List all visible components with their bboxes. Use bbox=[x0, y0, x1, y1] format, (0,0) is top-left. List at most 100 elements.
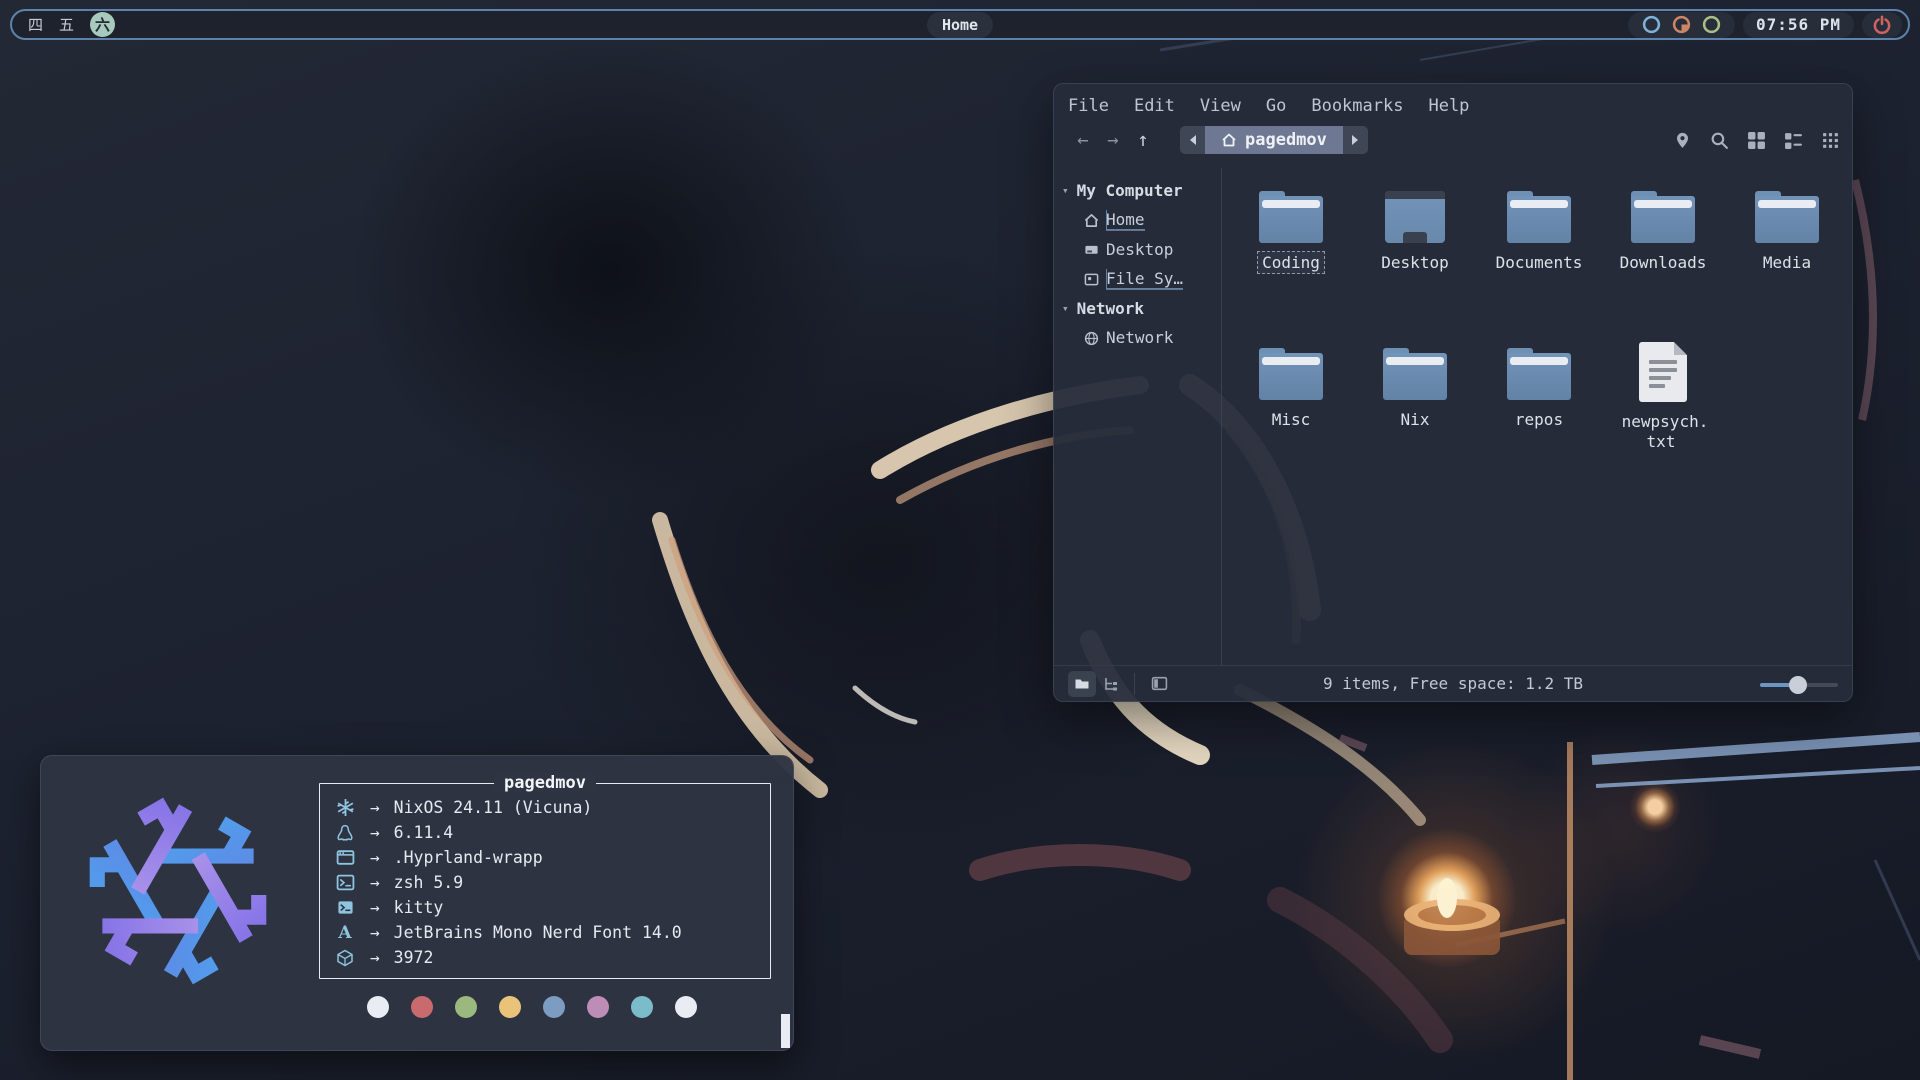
file-nix[interactable]: Nix bbox=[1357, 348, 1473, 430]
file-misc[interactable]: Misc bbox=[1233, 348, 1349, 430]
places-pane-icon bbox=[1074, 676, 1090, 692]
file-newpsych-txt[interactable]: newpsych.txt bbox=[1605, 348, 1721, 452]
file-media[interactable]: Media bbox=[1729, 191, 1845, 273]
top-status-bar: 四 五 六 Home 07:56 PM bbox=[10, 9, 1910, 40]
palette-swatch bbox=[455, 996, 477, 1018]
fetch-line-kernel: → 6.11.4 bbox=[334, 820, 453, 845]
text-file-icon bbox=[1639, 342, 1687, 402]
workspace-switcher: 四 五 六 bbox=[12, 12, 125, 37]
workspace-6-active[interactable]: 六 bbox=[90, 12, 115, 37]
zoom-slider-handle[interactable] bbox=[1789, 676, 1807, 694]
home-icon bbox=[1084, 213, 1099, 228]
nix-icon bbox=[336, 798, 355, 817]
toggle-side-pane-button[interactable] bbox=[1145, 671, 1173, 697]
tray-blue-circle-icon[interactable] bbox=[1642, 15, 1661, 34]
path-bar: pagedmov bbox=[1180, 126, 1368, 154]
back-button[interactable]: ← bbox=[1068, 129, 1098, 151]
desktop-folder-icon bbox=[1385, 191, 1445, 243]
folder-icon bbox=[1259, 348, 1323, 400]
file-coding[interactable]: Coding bbox=[1233, 191, 1349, 273]
power-button[interactable] bbox=[1862, 12, 1902, 38]
collapse-triangle-icon: ▾ bbox=[1062, 302, 1069, 315]
tray-green-circle-icon[interactable] bbox=[1702, 15, 1721, 34]
compact-view-icon[interactable] bbox=[1821, 131, 1840, 150]
file-manager-window: File Edit View Go Bookmarks Help ← → ↑ p… bbox=[1053, 83, 1853, 702]
palette-swatch bbox=[499, 996, 521, 1018]
show-dirtree-button[interactable] bbox=[1096, 671, 1124, 697]
show-places-button[interactable] bbox=[1068, 671, 1096, 697]
menubar: File Edit View Go Bookmarks Help bbox=[1054, 84, 1852, 122]
sidebar-item-desktop[interactable]: Desktop bbox=[1054, 235, 1221, 264]
search-icon[interactable] bbox=[1710, 131, 1729, 150]
folder-icon bbox=[1631, 191, 1695, 243]
menu-go[interactable]: Go bbox=[1266, 94, 1297, 118]
zoom-slider[interactable] bbox=[1760, 675, 1838, 693]
globe-icon bbox=[1084, 331, 1099, 346]
menu-edit[interactable]: Edit bbox=[1134, 94, 1186, 118]
location-pin-icon[interactable] bbox=[1673, 131, 1692, 150]
fetch-info-box: pagedmov → NixOS 24.11 (Vicuna) → 6.11.4… bbox=[319, 783, 771, 979]
collapse-triangle-icon: ▾ bbox=[1062, 184, 1069, 197]
path-scroll-right-button[interactable] bbox=[1343, 126, 1368, 154]
palette-swatch bbox=[411, 996, 433, 1018]
file-icon-view[interactable]: Coding Desktop Documents Downloads Media bbox=[1222, 168, 1852, 665]
palette-swatch bbox=[367, 996, 389, 1018]
window-manager-icon bbox=[336, 848, 355, 867]
arrow-separator: → bbox=[370, 798, 380, 817]
forward-button[interactable]: → bbox=[1098, 129, 1128, 151]
icon-view-icon[interactable] bbox=[1747, 131, 1766, 150]
workspace-5[interactable]: 五 bbox=[59, 14, 74, 35]
folder-icon bbox=[1507, 191, 1571, 243]
path-segment-home[interactable]: pagedmov bbox=[1205, 126, 1343, 154]
fastfetch-widget: pagedmov → NixOS 24.11 (Vicuna) → 6.11.4… bbox=[40, 755, 794, 1051]
list-view-icon[interactable] bbox=[1784, 131, 1803, 150]
arrow-separator: → bbox=[370, 948, 380, 967]
font-icon: A bbox=[334, 923, 356, 943]
packages-icon bbox=[336, 949, 354, 967]
power-icon bbox=[1872, 15, 1892, 35]
fetch-line-packages: → 3972 bbox=[334, 945, 433, 970]
terminal-color-palette bbox=[367, 996, 697, 1018]
sidebar-item-filesystem[interactable]: File Sy… bbox=[1054, 264, 1221, 294]
menu-view[interactable]: View bbox=[1200, 94, 1252, 118]
palette-swatch bbox=[587, 996, 609, 1018]
focused-window-title: Home bbox=[927, 12, 993, 38]
fetch-line-os: → NixOS 24.11 (Vicuna) bbox=[334, 795, 592, 820]
side-pane-toggle-icon bbox=[1151, 675, 1168, 692]
menu-help[interactable]: Help bbox=[1428, 94, 1480, 118]
menu-file[interactable]: File bbox=[1068, 94, 1120, 118]
up-button[interactable]: ↑ bbox=[1128, 129, 1158, 151]
sidebar-section-network[interactable]: ▾ Network bbox=[1054, 294, 1221, 323]
path-scroll-left-button[interactable] bbox=[1180, 126, 1205, 154]
arrow-separator: → bbox=[370, 898, 380, 917]
file-desktop[interactable]: Desktop bbox=[1357, 191, 1473, 273]
file-repos[interactable]: repos bbox=[1481, 348, 1597, 430]
file-documents[interactable]: Documents bbox=[1481, 191, 1597, 273]
items-summary: 9 items, Free space: 1.2 TB bbox=[1323, 674, 1583, 693]
file-downloads[interactable]: Downloads bbox=[1605, 191, 1721, 273]
terminal-cursor bbox=[781, 1014, 790, 1048]
menu-bookmarks[interactable]: Bookmarks bbox=[1311, 94, 1414, 118]
tray-timer-icon[interactable] bbox=[1672, 15, 1691, 34]
arrow-separator: → bbox=[370, 923, 380, 942]
folder-icon bbox=[1383, 348, 1447, 400]
workspace-4[interactable]: 四 bbox=[28, 14, 43, 35]
shell-icon bbox=[336, 873, 355, 892]
arrow-separator: → bbox=[370, 848, 380, 867]
terminal-icon bbox=[337, 899, 354, 916]
palette-swatch bbox=[675, 996, 697, 1018]
arrow-separator: → bbox=[370, 873, 380, 892]
fetch-line-font: A → JetBrains Mono Nerd Font 14.0 bbox=[334, 920, 682, 945]
sidebar-item-network[interactable]: Network bbox=[1054, 323, 1221, 352]
fetch-line-terminal: → kitty bbox=[334, 895, 443, 920]
sidebar-section-my-computer[interactable]: ▾ My Computer bbox=[1054, 176, 1221, 205]
folder-icon bbox=[1507, 348, 1571, 400]
system-tray bbox=[1628, 12, 1735, 38]
nixos-logo bbox=[67, 782, 289, 1000]
sidebar-item-home[interactable]: Home bbox=[1054, 205, 1221, 235]
fetch-line-shell: → zsh 5.9 bbox=[334, 870, 463, 895]
filesystem-icon bbox=[1084, 272, 1099, 287]
status-bar: 9 items, Free space: 1.2 TB bbox=[1054, 665, 1852, 701]
fetch-line-wm: → .Hyprland-wrapp bbox=[334, 845, 543, 870]
directory-tree-icon bbox=[1102, 676, 1118, 692]
